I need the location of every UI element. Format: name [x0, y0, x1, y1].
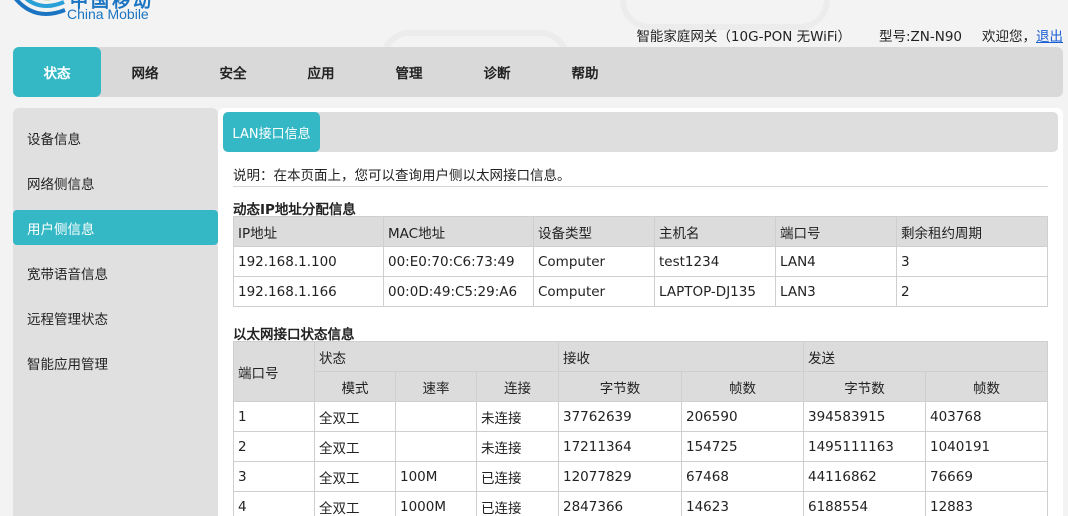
table-row: 1 全双工 未连接 37762639 206590 394583915 4037… [233, 401, 1048, 432]
table-cell: 44116862 [803, 461, 926, 492]
sidebar-item-voip-info[interactable]: 宽带语音信息 [13, 255, 218, 290]
table-cell: 403768 [925, 401, 1048, 432]
table-cell: 76669 [925, 461, 1048, 492]
table-cell: LAN4 [775, 246, 897, 277]
gateway-name: 智能家庭网关（10G-PON 无WiFi） [636, 29, 851, 45]
nav-management[interactable]: 管理 [365, 47, 453, 97]
table-cell: 全双工 [314, 401, 396, 432]
table-cell: 192.168.1.100 [233, 246, 384, 277]
table-cell: 12077829 [558, 461, 682, 492]
nav-network[interactable]: 网络 [101, 47, 189, 97]
table-row: 4 全双工 1000M 已连接 2847366 14623 6188554 12… [233, 491, 1048, 516]
eth-header-rate: 速率 [395, 371, 477, 402]
sidebar-item-user-side-info[interactable]: 用户侧信息 [13, 210, 218, 245]
table-cell: 已连接 [476, 461, 559, 492]
dhcp-section-title: 动态IP地址分配信息 [233, 202, 356, 218]
table-cell: 37762639 [558, 401, 682, 432]
table-cell: 未连接 [476, 431, 559, 462]
eth-header-tx-frames: 帧数 [925, 371, 1048, 402]
nav-security[interactable]: 安全 [189, 47, 277, 97]
brand-name-en: China Mobile [67, 6, 149, 22]
nav-application[interactable]: 应用 [277, 47, 365, 97]
table-cell: 154725 [681, 431, 804, 462]
table-row: 3 全双工 100M 已连接 12077829 67468 44116862 7… [233, 461, 1048, 492]
dhcp-table: IP地址 MAC地址 设备类型 主机名 端口号 剩余租约周期 192.168.1… [233, 216, 1048, 307]
table-cell: 17211364 [558, 431, 682, 462]
tab-bar: LAN接口信息 [223, 112, 1058, 152]
table-cell: 已连接 [476, 491, 559, 516]
table-cell: 3 [233, 461, 315, 492]
dhcp-header-lease: 剩余租约周期 [896, 216, 1048, 247]
table-cell: 未连接 [476, 401, 559, 432]
eth-header-tx-bytes: 字节数 [803, 371, 926, 402]
header-info: 智能家庭网关（10G-PON 无WiFi） 型号:ZN-N90 欢迎您， 退出 [636, 25, 1063, 45]
ethernet-status-table: 端口号 状态 接收 发送 模式 速率 连接 字节数 帧数 字节数 帧数 1 全双… [233, 341, 1048, 516]
table-cell: 2 [896, 276, 1048, 307]
eth-header-receive: 接收 [558, 341, 804, 372]
table-cell: 14623 [681, 491, 804, 516]
nav-help[interactable]: 帮助 [541, 47, 629, 97]
table-cell: LAPTOP-DJ135 [654, 276, 776, 307]
sidebar-item-smart-app-management[interactable]: 智能应用管理 [13, 345, 218, 380]
nav-diagnostics[interactable]: 诊断 [453, 47, 541, 97]
table-cell: 67468 [681, 461, 804, 492]
page-description: 说明：在本页面上，您可以查询用户侧以太网接口信息。 [233, 164, 1048, 187]
table-cell: 00:E0:70:C6:73:49 [383, 246, 534, 277]
table-cell: 100M [395, 461, 477, 492]
table-cell: 2847366 [558, 491, 682, 516]
nav-status[interactable]: 状态 [13, 47, 101, 97]
table-cell: 394583915 [803, 401, 926, 432]
dhcp-header-mac: MAC地址 [383, 216, 534, 247]
table-cell: LAN3 [775, 276, 897, 307]
eth-header-rx-frames: 帧数 [681, 371, 804, 402]
table-cell: 192.168.1.166 [233, 276, 384, 307]
main-content: LAN接口信息 说明：在本页面上，您可以查询用户侧以太网接口信息。 动态IP地址… [218, 108, 1063, 516]
table-cell: Computer [533, 276, 655, 307]
table-cell: 全双工 [314, 491, 396, 516]
sidebar: 设备信息 网络侧信息 用户侧信息 宽带语音信息 远程管理状态 智能应用管理 [13, 108, 218, 516]
main-nav: 状态 网络 安全 应用 管理 诊断 帮助 [13, 47, 1063, 97]
eth-header-send: 发送 [803, 341, 1048, 372]
table-cell [395, 401, 477, 432]
sidebar-item-network-side-info[interactable]: 网络侧信息 [13, 165, 218, 200]
dhcp-header-device-type: 设备类型 [533, 216, 655, 247]
table-cell: 206590 [681, 401, 804, 432]
eth-header-status: 状态 [314, 341, 559, 372]
table-cell: test1234 [654, 246, 776, 277]
table-cell: 1 [233, 401, 315, 432]
tab-lan-interface-info[interactable]: LAN接口信息 [223, 112, 320, 152]
table-cell: 4 [233, 491, 315, 516]
table-cell: 1495111163 [803, 431, 926, 462]
table-cell: 00:0D:49:C5:29:A6 [383, 276, 534, 307]
dhcp-header-hostname: 主机名 [654, 216, 776, 247]
table-cell: 6188554 [803, 491, 926, 516]
sidebar-item-device-info[interactable]: 设备信息 [13, 120, 218, 155]
table-cell: Computer [533, 246, 655, 277]
welcome-text: 欢迎您， [982, 29, 1036, 45]
eth-header-port: 端口号 [233, 341, 315, 402]
table-cell: 全双工 [314, 461, 396, 492]
eth-header-rx-bytes: 字节数 [558, 371, 682, 402]
table-cell: 3 [896, 246, 1048, 277]
table-row: 192.168.1.100 00:E0:70:C6:73:49 Computer… [233, 246, 1048, 277]
eth-header-mode: 模式 [314, 371, 396, 402]
ethernet-section-title: 以太网接口状态信息 [233, 327, 355, 343]
table-cell: 12883 [925, 491, 1048, 516]
dhcp-header-ip: IP地址 [233, 216, 384, 247]
table-cell: 全双工 [314, 431, 396, 462]
table-cell [395, 431, 477, 462]
eth-header-link: 连接 [476, 371, 559, 402]
table-row: 192.168.1.166 00:0D:49:C5:29:A6 Computer… [233, 276, 1048, 307]
table-cell: 1000M [395, 491, 477, 516]
table-row: 2 全双工 未连接 17211364 154725 1495111163 104… [233, 431, 1048, 462]
dhcp-header-port: 端口号 [775, 216, 897, 247]
table-cell: 2 [233, 431, 315, 462]
model-number: 型号:ZN-N90 [878, 29, 962, 45]
table-cell: 1040191 [925, 431, 1048, 462]
sidebar-item-remote-management[interactable]: 远程管理状态 [13, 300, 218, 335]
logout-link[interactable]: 退出 [1036, 25, 1063, 45]
china-mobile-logo-icon [14, 0, 66, 16]
